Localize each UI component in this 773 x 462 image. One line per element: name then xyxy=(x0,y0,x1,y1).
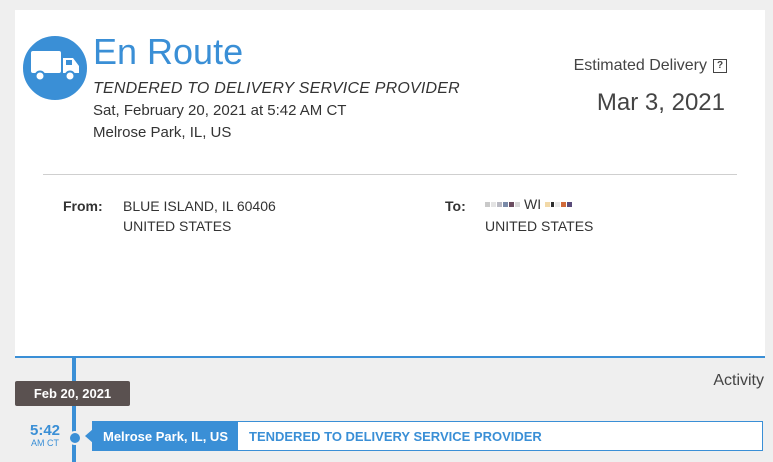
status-location: Melrose Park, IL, US xyxy=(93,124,232,141)
event-location: Melrose Park, IL, US xyxy=(93,422,238,450)
estimated-delivery-date: Mar 3, 2021 xyxy=(596,89,725,116)
status-title: En Route xyxy=(93,31,244,72)
timeline-dot xyxy=(68,431,82,445)
status-description: TENDERED TO DELIVERY SERVICE PROVIDER xyxy=(93,80,460,97)
status-datetime: Sat, February 20, 2021 at 5:42 AM CT xyxy=(93,102,347,119)
section-divider xyxy=(43,174,737,175)
event-time: 5:42 AM CT xyxy=(20,423,70,448)
activity-event-row[interactable]: Melrose Park, IL, US TENDERED TO DELIVER… xyxy=(85,421,763,451)
truck-icon xyxy=(29,49,81,88)
redacted-city xyxy=(485,201,520,207)
to-address-line2: UNITED STATES xyxy=(485,218,594,234)
event-time-value: 5:42 xyxy=(29,422,61,439)
from-address-line2: UNITED STATES xyxy=(123,218,232,234)
redacted-zip xyxy=(545,201,573,207)
event-time-zone: AM CT xyxy=(31,438,59,448)
timeline-line xyxy=(72,356,76,462)
from-address-line1: BLUE ISLAND, IL 60406 xyxy=(123,198,276,214)
to-state: WI xyxy=(524,196,542,212)
estimated-delivery-label: Estimated Delivery ? xyxy=(574,57,727,75)
to-label: To: xyxy=(445,198,466,214)
tracking-summary-card: En Route TENDERED TO DELIVERY SERVICE PR… xyxy=(15,10,765,358)
status-badge xyxy=(19,32,91,104)
to-address-line1: WI xyxy=(485,196,573,212)
activity-date-badge: Feb 20, 2021 xyxy=(15,381,130,406)
from-label: From: xyxy=(63,198,103,214)
activity-heading: Activity xyxy=(713,372,764,389)
event-description: TENDERED TO DELIVERY SERVICE PROVIDER xyxy=(249,428,542,444)
estimated-delivery-text: Estimated Delivery xyxy=(573,57,707,74)
help-square-icon[interactable]: ? xyxy=(713,59,727,73)
